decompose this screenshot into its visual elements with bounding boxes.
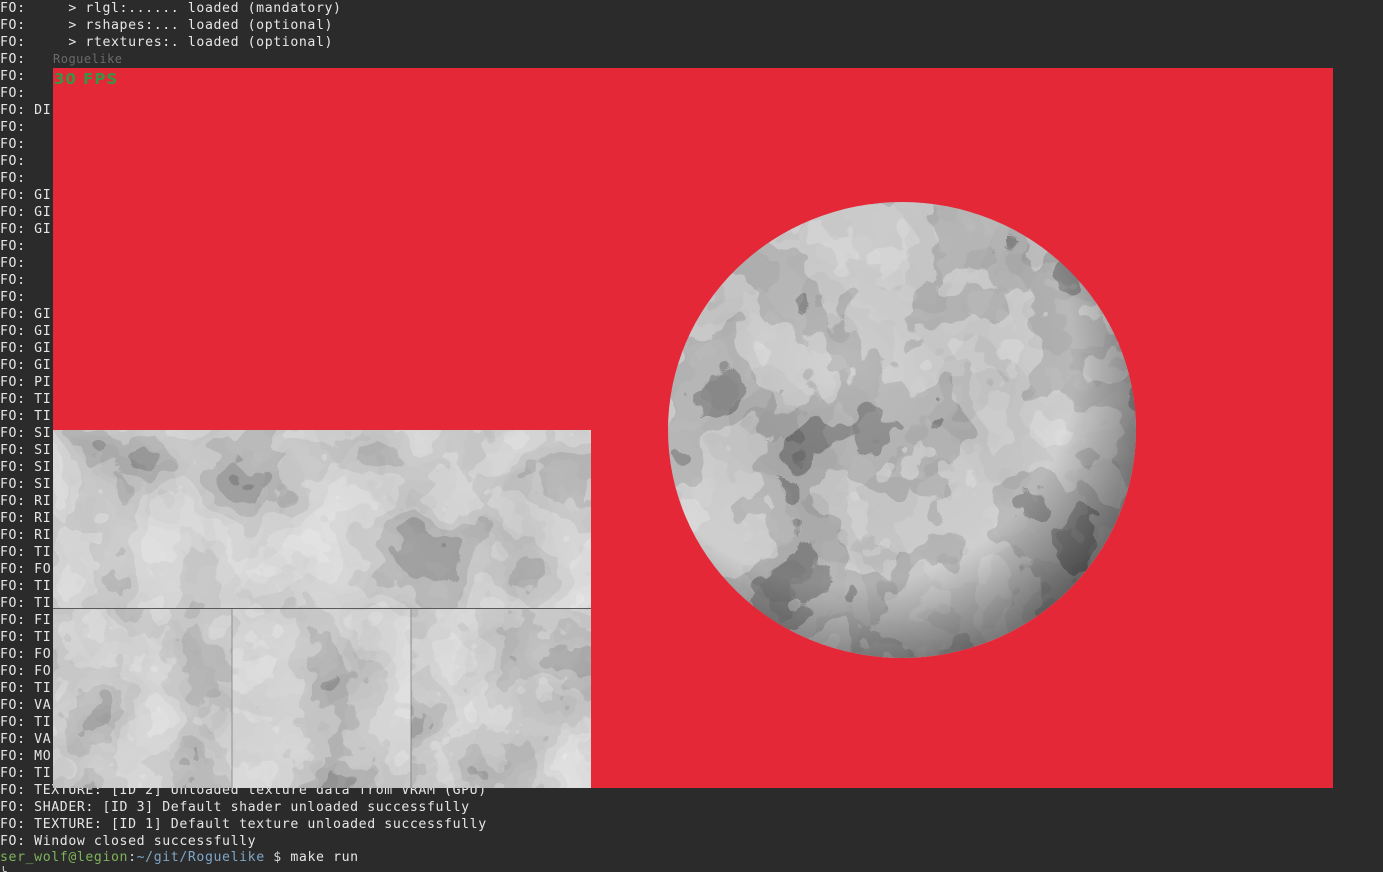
- prompt-separator: :: [128, 850, 137, 865]
- terminal-line: FO:: [0, 86, 26, 101]
- terminal-line: FO:: [0, 273, 26, 288]
- terminal-line: FO: PI: [0, 375, 52, 390]
- terminal-line: FO: TI: [0, 579, 52, 594]
- terminal-line: FO: TI: [0, 392, 52, 407]
- terminal-line: FO: > rlgl:...... loaded (mandatory): [0, 1, 342, 16]
- next-line-text: t: [0, 866, 9, 872]
- terminal-line: FO: > rshapes:... loaded (optional): [0, 18, 334, 33]
- terminal-line: FO: MO: [0, 749, 52, 764]
- fps-counter: 30 FPS: [54, 70, 119, 88]
- terminal-line: FO: VA: [0, 732, 52, 747]
- terminal-line: FO: > rtextures:. loaded (optional): [0, 35, 334, 50]
- terminal-line: FO: RI: [0, 511, 52, 526]
- terminal-line: FO: FO: [0, 647, 52, 662]
- terminal-line: FO: SI: [0, 443, 52, 458]
- terminal-line: FO: GI: [0, 341, 52, 356]
- prompt-user-host: ser_wolf@legion: [0, 850, 129, 865]
- terminal-line: FO: GI: [0, 358, 52, 373]
- prompt-path: ~/git/Roguelike: [136, 850, 265, 865]
- terminal-line: FO: FO: [0, 664, 52, 679]
- terminal-line: FO: DI: [0, 103, 52, 118]
- shell-prompt: ser_wolf@legion:~/git/Roguelike $ make r…: [0, 849, 359, 866]
- terminal-line: FO: TI: [0, 409, 52, 424]
- terminal-line: FO: GI: [0, 205, 52, 220]
- terminal-line: FO: RI: [0, 528, 52, 543]
- terminal-line: FO: RI: [0, 494, 52, 509]
- terminal-line: FO: Window closed successfully: [0, 834, 257, 849]
- terminal-line: FO: SI: [0, 426, 52, 441]
- terminal-line: FO: TI: [0, 630, 52, 645]
- terminal-line: FO: TI: [0, 596, 52, 611]
- atlas-tile-top: [53, 430, 591, 608]
- texture-atlas-preview: [53, 430, 591, 788]
- terminal-line: FO:: [0, 120, 26, 135]
- terminal-line: FO: FO: [0, 562, 52, 577]
- terminal-line: FO: GI: [0, 324, 52, 339]
- terminal-line: FO: GI: [0, 188, 52, 203]
- game-window[interactable]: Roguelike 30 FPS: [53, 50, 1333, 788]
- terminal-next-line: t: [0, 866, 9, 872]
- planet-sphere: [668, 202, 1136, 658]
- terminal-line: FO: TI: [0, 681, 52, 696]
- terminal-line: FO:: [0, 69, 26, 84]
- terminal-line: FO:: [0, 137, 26, 152]
- terminal-line: FO:: [0, 171, 26, 186]
- atlas-tile-bottom-left: [53, 609, 232, 788]
- terminal-line: FO:: [0, 256, 26, 271]
- terminal-line: FO: TI: [0, 715, 52, 730]
- terminal-line: FO: GI: [0, 307, 52, 322]
- terminal-line: FO:: [0, 290, 26, 305]
- terminal-line: FO: GI: [0, 222, 52, 237]
- terminal-line: FO: FI: [0, 613, 52, 628]
- terminal-line: FO:: [0, 52, 26, 67]
- prompt-symbol: $: [264, 850, 282, 865]
- terminal-line: FO:: [0, 154, 26, 169]
- terminal-line: FO:: [0, 239, 26, 254]
- atlas-tile-bottom-right: [411, 609, 591, 788]
- terminal-line: FO: SI: [0, 477, 52, 492]
- terminal-line: FO: SI: [0, 460, 52, 475]
- atlas-tile-bottom-middle: [232, 609, 411, 788]
- terminal-line: FO: TEXTURE: [ID 1] Default texture unlo…: [0, 817, 487, 832]
- terminal-line: FO: VA: [0, 698, 52, 713]
- window-title: Roguelike: [53, 52, 123, 66]
- game-viewport[interactable]: 30 FPS: [53, 68, 1333, 788]
- terminal-line: FO: SHADER: [ID 3] Default shader unload…: [0, 800, 470, 815]
- terminal-line: FO: TI: [0, 766, 52, 781]
- terminal-line: FO: TI: [0, 545, 52, 560]
- prompt-command: make run: [281, 850, 359, 865]
